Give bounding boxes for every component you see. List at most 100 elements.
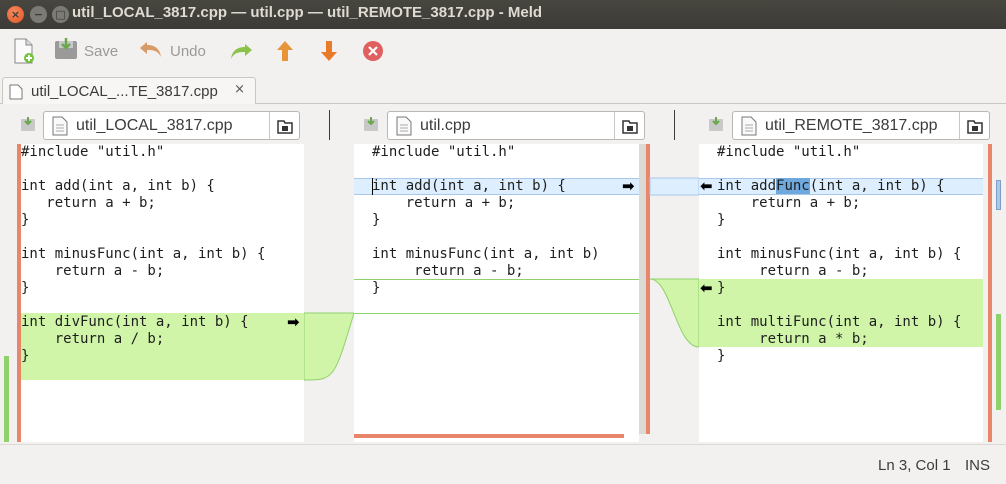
open-file-icon (276, 119, 293, 134)
file-icon (396, 116, 412, 136)
code-line: return a + b; (372, 195, 516, 211)
undo-label: Undo (170, 42, 206, 60)
code-line: return a * b; (717, 331, 869, 347)
code-line: return a - b; (717, 263, 869, 279)
window-close-button[interactable]: × (7, 6, 24, 23)
code-line: #include "util.h" (717, 144, 861, 160)
right-open-button[interactable] (959, 112, 989, 139)
save-label: Save (84, 42, 119, 60)
tab-strip: util_LOCAL_...TE_3817.cpp × (0, 75, 1006, 105)
left-file-chooser[interactable]: util_LOCAL_3817.cpp (43, 111, 300, 140)
right-link-map (646, 144, 699, 442)
middle-file-name: util.cpp (420, 117, 471, 134)
next-change-button[interactable] (318, 37, 340, 65)
overview-change-marker (996, 180, 1001, 210)
code-line: } (21, 280, 30, 296)
right-file-name: util_REMOTE_3817.cpp (765, 117, 938, 134)
pane-separator (329, 110, 330, 140)
file-icon (52, 116, 68, 136)
middle-open-button[interactable] (614, 112, 644, 139)
left-link-map (304, 144, 354, 442)
code-line: int minusFunc(int a, int b) (372, 246, 600, 262)
arrow-down-icon (321, 41, 337, 61)
push-left-arrow-icon[interactable]: ⬅ (700, 281, 713, 296)
code-line: int minusFunc(int a, int b) { (21, 246, 266, 262)
insert-mode: INS (965, 457, 991, 474)
tab-label: util_LOCAL_...TE_3817.cpp (31, 83, 218, 100)
code-line: return a + b; (717, 195, 861, 211)
undo-icon (138, 39, 164, 63)
code-line: return a - b; (21, 263, 165, 279)
left-overview-map[interactable] (0, 144, 18, 442)
right-file-chooser[interactable]: util_REMOTE_3817.cpp (732, 111, 990, 140)
code-line: } (717, 348, 726, 364)
save-icon (54, 38, 78, 64)
previous-change-button[interactable] (274, 37, 296, 65)
save-button[interactable]: Save (54, 37, 118, 65)
insert-marker-line (354, 279, 639, 280)
open-file-icon (966, 119, 983, 134)
horizontal-conflict-marker (354, 434, 624, 438)
overview-insert-marker (4, 356, 9, 442)
code-line: return a + b; (21, 195, 156, 211)
document-icon (9, 84, 23, 100)
pane-separator (674, 110, 675, 140)
middle-code-pane[interactable]: #include "util.h" int add(int a, int b) … (354, 144, 639, 442)
middle-file-chooser[interactable]: util.cpp (387, 111, 645, 140)
title-bar: × − □ util_LOCAL_3817.cpp — util.cpp — u… (0, 0, 1006, 29)
open-file-icon (621, 119, 638, 134)
code-line-changed: int addFunc(int a, int b) { (717, 178, 945, 195)
tab-comparison[interactable]: util_LOCAL_...TE_3817.cpp × (2, 77, 256, 105)
code-line: int add(int a, int b) { (372, 178, 566, 194)
push-right-arrow-icon[interactable]: ➡ (287, 315, 300, 330)
save-right-icon[interactable] (708, 116, 724, 132)
redo-icon (231, 44, 252, 59)
code-line: return a - b; (372, 263, 524, 279)
redo-button[interactable] (228, 37, 254, 65)
new-document-icon (14, 38, 34, 64)
insert-marker-line (354, 313, 639, 314)
left-file-name: util_LOCAL_3817.cpp (76, 117, 233, 134)
code-line: int divFunc(int a, int b) { (21, 314, 249, 330)
toolbar: Save Undo (0, 29, 1006, 75)
tab-close-button[interactable]: × (234, 82, 245, 97)
code-line: } (372, 212, 381, 228)
left-open-button[interactable] (269, 112, 299, 139)
stop-icon (363, 41, 383, 61)
window-minimize-button[interactable]: − (30, 6, 47, 23)
code-text: int add (717, 178, 777, 194)
code-line: } (21, 212, 30, 228)
code-text: (int a, int b) { (809, 178, 945, 194)
code-line: #include "util.h" (21, 144, 165, 160)
code-line: } (717, 280, 726, 296)
code-line: } (717, 212, 726, 228)
save-left-icon[interactable] (20, 116, 36, 132)
left-code-pane[interactable]: #include "util.h" int add(int a, int b) … (21, 144, 304, 442)
window-title: util_LOCAL_3817.cpp — util.cpp — util_RE… (72, 4, 543, 21)
text-cursor (372, 178, 373, 195)
code-line: int minusFunc(int a, int b) { (717, 246, 962, 262)
overview-insert-marker (996, 314, 1001, 410)
code-line: } (21, 348, 30, 364)
arrow-up-icon (277, 41, 293, 61)
code-line: int add(int a, int b) { (21, 178, 215, 194)
cursor-position: Ln 3, Col 1 (878, 457, 951, 474)
code-line: int multiFunc(int a, int b) { (717, 314, 962, 330)
push-right-arrow-icon[interactable]: ➡ (622, 179, 635, 194)
middle-scrollbar[interactable] (639, 144, 646, 434)
code-line: #include "util.h" (372, 144, 516, 160)
code-line: } (372, 280, 381, 296)
window-maximize-button[interactable]: □ (52, 6, 69, 23)
stop-button[interactable] (362, 37, 384, 65)
status-bar: Ln 3, Col 1 INS (0, 444, 1006, 484)
right-code-pane[interactable]: #include "util.h" int addFunc(int a, int… (699, 144, 983, 442)
inline-diff-highlight: Func (776, 178, 810, 194)
file-icon (741, 116, 757, 136)
right-overview-map[interactable] (992, 144, 1006, 442)
code-line: return a / b; (21, 331, 165, 347)
undo-button[interactable]: Undo (138, 37, 206, 65)
push-left-arrow-icon[interactable]: ⬅ (700, 179, 713, 194)
new-comparison-button[interactable] (12, 37, 36, 65)
save-middle-icon[interactable] (363, 116, 379, 132)
file-header-bar: util_LOCAL_3817.cpp util.cpp util_REMOTE… (0, 104, 1006, 144)
